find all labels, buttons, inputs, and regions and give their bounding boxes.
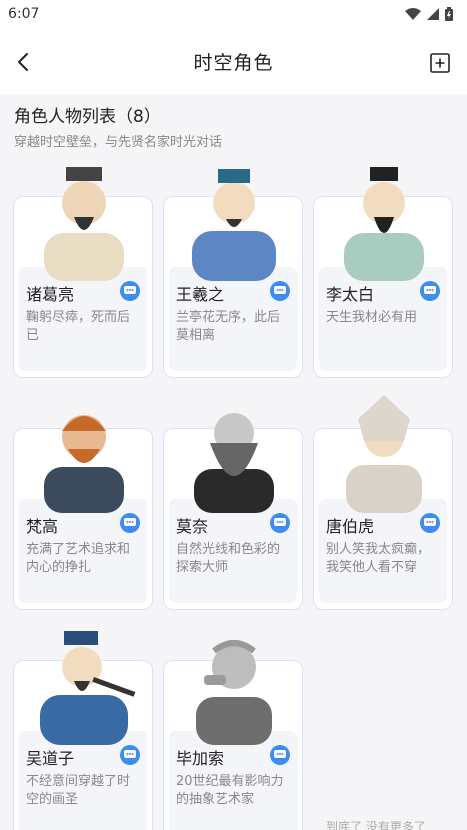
chat-icon[interactable] [120, 745, 140, 765]
character-desc: 充满了艺术追求和内心的挣扎 [26, 542, 131, 575]
status-icons [405, 7, 453, 21]
portrait-avatar [192, 169, 276, 281]
character-card[interactable]: 李太白 天生我材必有用 [313, 167, 453, 378]
character-name: 吴道子 [26, 749, 75, 768]
section-header: 角色人物列表（8） 穿越时空壁垒，与先贤名家时光对话 [14, 102, 222, 150]
chat-icon[interactable] [420, 281, 440, 301]
section-title: 角色人物列表（8） [14, 107, 161, 127]
character-desc: 别人笑我太疯癫，我笑他人看不穿 [326, 542, 431, 575]
character-name: 李太白 [326, 285, 375, 304]
status-time: 6:07 [8, 6, 40, 22]
chat-icon[interactable] [270, 513, 290, 533]
chat-icon[interactable] [270, 745, 290, 765]
signal-icon [427, 8, 439, 20]
back-arrow-icon[interactable] [12, 50, 36, 74]
character-card[interactable]: 梵高 充满了艺术追求和内心的挣扎 [13, 415, 153, 610]
portrait-avatar [196, 640, 272, 745]
portrait-avatar [40, 631, 136, 745]
chat-icon[interactable] [120, 281, 140, 301]
character-card[interactable]: 毕加索 20世纪最有影响力的抽象艺术家 [163, 640, 303, 830]
character-desc: 不经意间穿越了时空的画圣 [26, 774, 131, 807]
add-character-icon[interactable] [429, 52, 451, 74]
chat-icon[interactable] [420, 513, 440, 533]
character-name: 莫奈 [176, 517, 209, 536]
status-bar: 6:07 [0, 0, 467, 28]
wifi-icon [405, 8, 421, 20]
character-desc: 自然光线和色彩的探索大师 [176, 542, 281, 575]
list-end-text: 到底了 没有更多了 [326, 820, 426, 830]
character-card[interactable]: 王羲之 兰亭花无序，此后莫相离 [163, 169, 303, 378]
character-card[interactable]: 莫奈 自然光线和色彩的探索大师 [163, 413, 303, 610]
portrait-avatar [346, 395, 422, 513]
portrait-avatar [44, 415, 124, 513]
character-card[interactable]: 诸葛亮 鞠躬尽瘁，死而后已 [13, 167, 153, 378]
portrait-avatar [344, 167, 424, 281]
character-name: 毕加索 [176, 749, 225, 768]
character-name: 唐伯虎 [326, 517, 375, 536]
character-card[interactable]: 吴道子 不经意间穿越了时空的画圣 [13, 631, 153, 830]
app-bar: 时空角色 [0, 28, 467, 94]
character-card[interactable]: 唐伯虎 别人笑我太疯癫，我笑他人看不穿 [313, 395, 453, 610]
character-name: 王羲之 [176, 285, 225, 304]
character-desc: 鞠躬尽瘁，死而后已 [26, 310, 131, 343]
chat-icon[interactable] [120, 513, 140, 533]
character-desc: 天生我材必有用 [326, 310, 418, 325]
character-desc: 20世纪最有影响力的抽象艺术家 [176, 774, 284, 807]
portrait-avatar [44, 167, 124, 281]
character-desc: 兰亭花无序，此后莫相离 [176, 310, 281, 343]
portrait-avatar [194, 413, 274, 513]
battery-icon [445, 7, 453, 21]
section-subtitle: 穿越时空壁垒，与先贤名家时光对话 [14, 135, 223, 150]
chat-icon[interactable] [270, 281, 290, 301]
page-title: 时空角色 [193, 51, 274, 74]
character-name: 诸葛亮 [26, 285, 75, 304]
character-name: 梵高 [26, 517, 59, 536]
